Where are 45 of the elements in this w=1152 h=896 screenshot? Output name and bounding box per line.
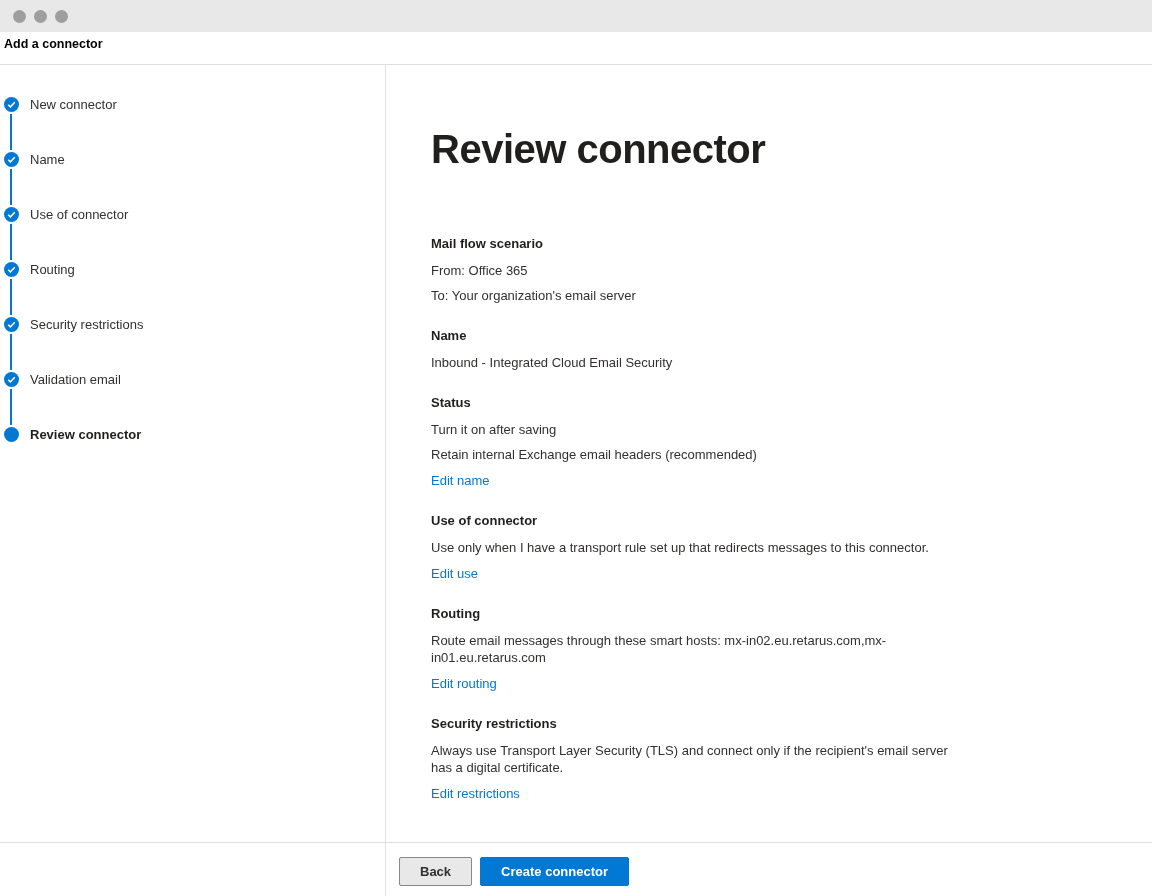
edit-link[interactable]: Edit name bbox=[431, 473, 490, 488]
section-heading: Routing bbox=[431, 606, 482, 621]
section-heading: Mail flow scenario bbox=[431, 236, 544, 251]
step-label[interactable]: Use of connector bbox=[30, 207, 129, 222]
check-circle-icon bbox=[4, 262, 19, 277]
window-control-dot[interactable] bbox=[13, 9, 26, 23]
page-title: Review connector bbox=[431, 127, 767, 172]
window-control-dot[interactable] bbox=[55, 9, 68, 23]
summary-text: Turn it on after saving bbox=[431, 421, 558, 438]
step-connector-line bbox=[10, 114, 12, 150]
summary-text: Always use Transport Layer Security (TLS) and connect only if the recipient's email server has a digital certificate. bbox=[431, 742, 949, 776]
check-circle-icon bbox=[4, 207, 19, 222]
summary-text: To: Your organization's email server bbox=[431, 287, 637, 304]
step-label[interactable]: Review connector bbox=[30, 427, 142, 442]
step-label[interactable]: New connector bbox=[30, 97, 117, 112]
check-circle-icon bbox=[4, 317, 19, 332]
step-connector-line bbox=[10, 169, 12, 205]
check-circle-icon bbox=[4, 97, 19, 112]
edit-link[interactable]: Edit restrictions bbox=[431, 786, 520, 801]
window-control-dot[interactable] bbox=[34, 9, 47, 23]
step-connector-line bbox=[10, 279, 12, 315]
edit-link[interactable]: Edit use bbox=[431, 566, 478, 581]
summary-text: Retain internal Exchange email headers (recommended) bbox=[431, 446, 758, 463]
check-circle-icon bbox=[4, 372, 19, 387]
summary-text: Use only when I have a transport rule set up that redirects messages to this connector. bbox=[431, 539, 930, 556]
step-label[interactable]: Routing bbox=[30, 262, 75, 277]
edit-link[interactable]: Edit routing bbox=[431, 676, 497, 691]
summary-text: From: Office 365 bbox=[431, 262, 529, 279]
section-heading: Use of connector bbox=[431, 513, 539, 528]
step-connector-line bbox=[10, 224, 12, 260]
create-button[interactable]: Create connector bbox=[480, 857, 629, 886]
window-title: Add a connector bbox=[4, 37, 103, 51]
section-heading: Security restrictions bbox=[431, 716, 558, 731]
step-label[interactable]: Validation email bbox=[30, 372, 121, 387]
step-label[interactable]: Name bbox=[30, 152, 65, 167]
check-circle-icon bbox=[4, 152, 19, 167]
back-button[interactable]: Back bbox=[399, 857, 473, 886]
current-step-dot-icon bbox=[4, 427, 19, 442]
step-connector-line bbox=[10, 389, 12, 425]
summary-text: Route email messages through these smart hosts: mx-in02.eu.retarus.com,mx-in01.eu.retarus.com bbox=[431, 632, 888, 666]
summary-text: Inbound - Integrated Cloud Email Security bbox=[431, 354, 674, 371]
step-label[interactable]: Security restrictions bbox=[30, 317, 144, 332]
step-connector-line bbox=[10, 334, 12, 370]
section-heading: Status bbox=[431, 395, 472, 410]
section-heading: Name bbox=[431, 328, 468, 343]
